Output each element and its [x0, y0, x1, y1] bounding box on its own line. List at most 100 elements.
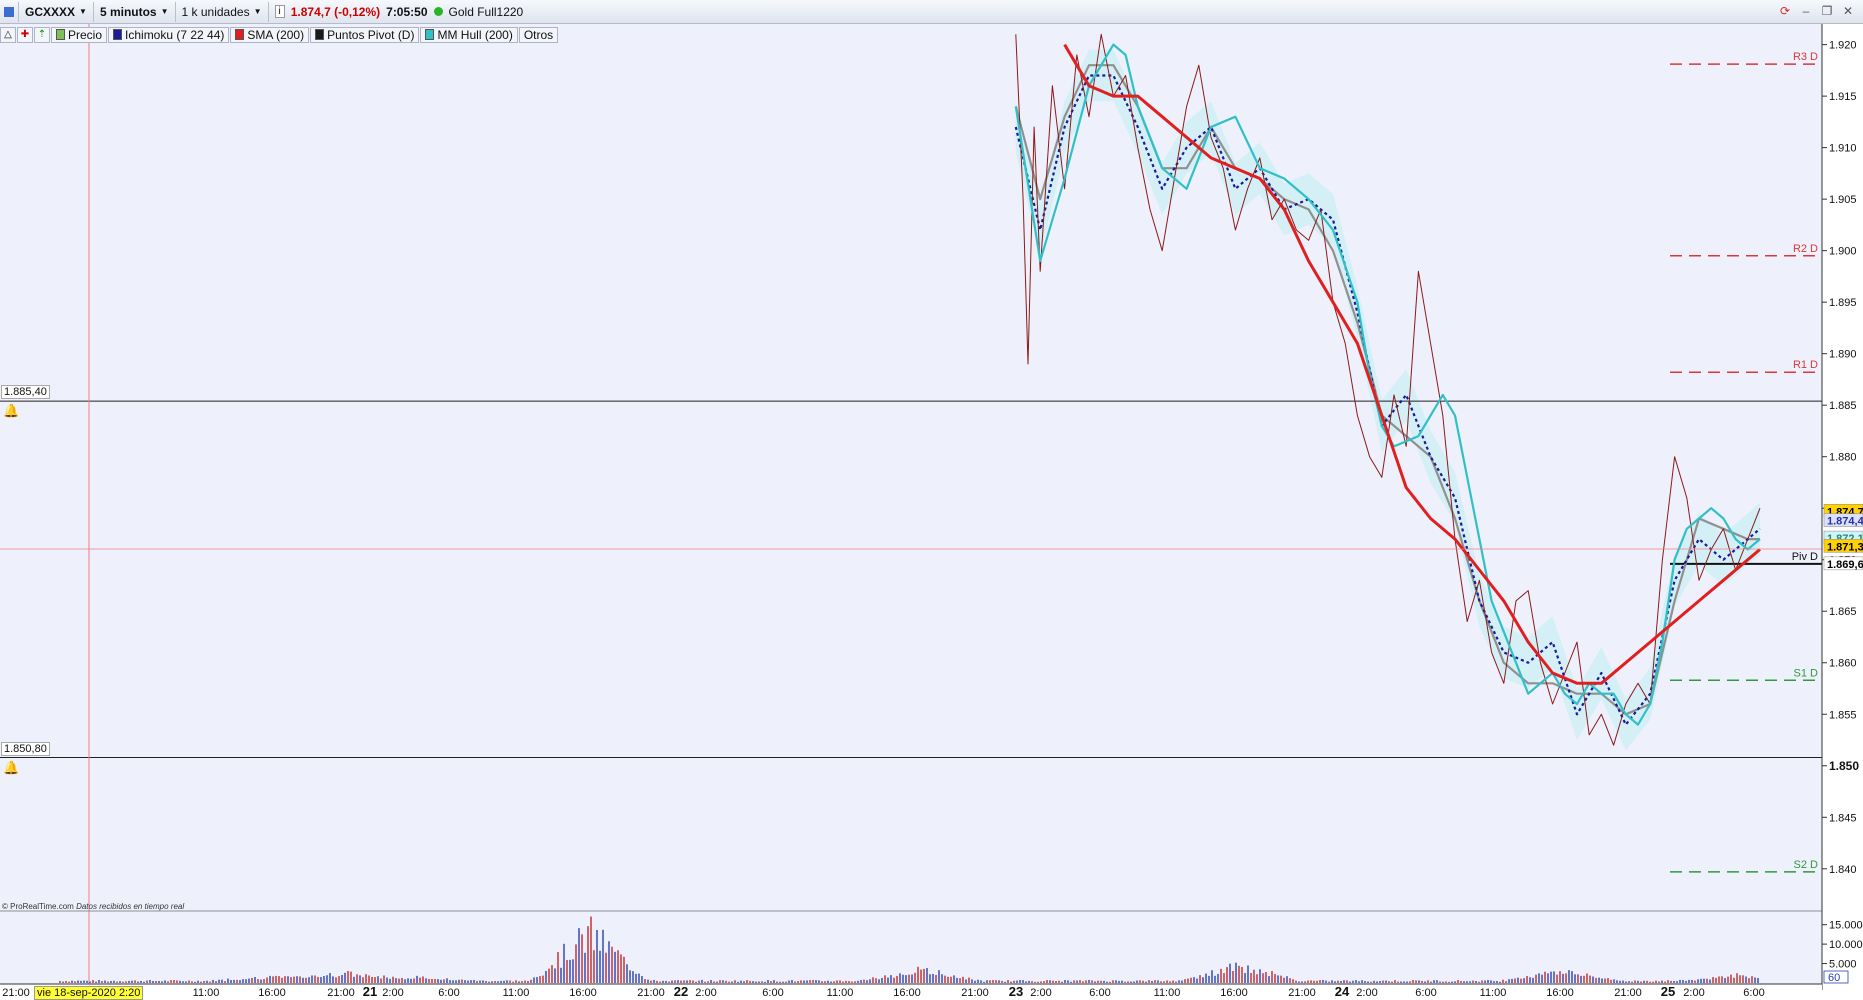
y-tick-label: 1.905 — [1829, 194, 1857, 206]
indicator-precio[interactable]: Precio — [51, 26, 108, 43]
x-tick-label: 21:00 — [2, 987, 30, 999]
indicator-label: Otros — [523, 27, 554, 42]
price-labels: 1.874,71.874,41.872,11.871,31.869,6 — [1823, 504, 1863, 571]
close-icon[interactable]: ✕ — [1839, 2, 1857, 20]
y-tick-label: 1.900 — [1829, 246, 1857, 258]
x-tick-label: 11:00 — [503, 987, 530, 999]
indicator-hull[interactable]: MM Hull (200) — [420, 26, 518, 43]
window-controls: ⟳ – ❐ ✕ — [1776, 2, 1857, 20]
x-tick-label: 24 — [1335, 984, 1350, 999]
y-tick-label: 1.915 — [1829, 91, 1857, 103]
y-tick-label: 1.880 — [1829, 452, 1857, 464]
indicator-otros[interactable]: Otros — [518, 26, 559, 43]
pivot-label: R2 D — [1793, 243, 1818, 255]
x-tick-label: 6:00 — [1415, 987, 1436, 999]
color-swatch — [235, 29, 245, 40]
refresh-icon[interactable]: ⟳ — [1776, 2, 1794, 20]
price-change: 1.874,7 (-0,12%) — [290, 4, 381, 19]
pivot-label: Piv D — [1792, 551, 1818, 563]
x-tick-label: 6:00 — [1743, 987, 1764, 999]
quote-info: i 1.874,7 (-0,12%) 7:05:50 Gold Full1220 — [269, 5, 530, 19]
x-tick-label: 11:00 — [1154, 987, 1181, 999]
info-icon[interactable]: i — [274, 5, 285, 18]
add-indicator-icon[interactable]: ⇡ — [34, 26, 50, 43]
bell-icon[interactable]: 🔔 — [3, 403, 19, 419]
volume-tick-label: 5.000 — [1829, 959, 1857, 971]
x-tick-label: 6:00 — [1089, 987, 1110, 999]
y-tick-label: 1.845 — [1829, 812, 1857, 824]
x-tick-label: 23 — [1009, 984, 1023, 999]
indicator-pivot[interactable]: Puntos Pivot (D) — [310, 26, 420, 43]
indicator-label: Precio — [68, 27, 103, 42]
x-tick-label: 2:00 — [1030, 987, 1051, 999]
x-tick-label: 2:00 — [382, 987, 403, 999]
alert-icon[interactable]: △ — [0, 26, 16, 43]
instrument-name: Gold Full1220 — [448, 4, 524, 19]
x-tick-label: 21:00 — [961, 987, 989, 999]
y-tick-label: 1.910 — [1829, 143, 1857, 155]
volume-tick-label: 10.000 — [1829, 939, 1863, 951]
color-swatch — [315, 29, 325, 40]
x-tick-label: 21:00 — [637, 987, 665, 999]
x-tick-label: 11:00 — [193, 987, 220, 999]
restore-icon[interactable]: ❐ — [1818, 2, 1836, 20]
x-tick-label: 11:00 — [827, 987, 854, 999]
volume-value-text: 60 — [1828, 972, 1840, 984]
indicator-ichimoku[interactable]: Ichimoku (7 22 44) — [108, 26, 230, 43]
toolbar: GCXXXX ▼ 5 minutos ▼ 1 k unidades ▼ i 1.… — [0, 0, 1863, 24]
hline-label[interactable]: 1.850,80 — [1, 741, 50, 756]
volume-tick-label: 15.000 — [1829, 920, 1863, 932]
color-swatch — [56, 29, 65, 40]
symbol-text: GCXXXX — [25, 4, 76, 19]
indicator-label: Puntos Pivot (D) — [327, 27, 415, 42]
chevron-down-icon: ▼ — [79, 7, 87, 16]
x-tick-label: 16:00 — [1546, 987, 1574, 999]
x-tick-label: 11:00 — [1480, 987, 1507, 999]
credit-source: © ProRealTime.com — [2, 902, 74, 911]
x-tick-label: 25 — [1661, 984, 1675, 999]
y-tick-label: 1.850 — [1829, 759, 1859, 773]
hline-label[interactable]: 1.885,40 — [1, 385, 50, 400]
quote-time: 7:05:50 — [386, 4, 428, 19]
x-tick-label: 21 — [363, 984, 377, 999]
logo-icon — [0, 1, 19, 22]
y-tick-label: 1.865 — [1829, 606, 1857, 618]
price-tag-text: 1.874,4 — [1827, 516, 1863, 528]
x-tick-label: 16:00 — [258, 987, 286, 999]
volume-panel — [59, 916, 1759, 983]
chevron-down-icon: ▼ — [253, 7, 262, 16]
price-tag-text: 1.869,6 — [1827, 559, 1863, 571]
indicator-label: MM Hull (200) — [437, 27, 513, 42]
x-tick-label: 21:00 — [1614, 987, 1642, 999]
units-selector[interactable]: 1 k unidades ▼ — [176, 1, 269, 22]
x-tick-label: 16:00 — [569, 987, 597, 999]
credit-note: Datos recibidos en tiempo real — [76, 902, 185, 911]
minimize-icon[interactable]: – — [1797, 2, 1815, 20]
y-tick-label: 1.885 — [1829, 400, 1857, 412]
pin-icon[interactable]: ✚ — [17, 26, 33, 43]
color-swatch — [113, 29, 123, 40]
timeframe-selector[interactable]: 5 minutos ▼ — [94, 1, 176, 22]
pivot-label: R3 D — [1793, 51, 1818, 63]
x-tick-label: 6:00 — [762, 987, 783, 999]
x-tick-label: 2:00 — [695, 987, 716, 999]
x-tick-label: 21:00 — [1288, 987, 1316, 999]
color-swatch — [425, 29, 435, 40]
price-tag-text: 1.871,3 — [1827, 541, 1863, 553]
x-tick-label: 16:00 — [1220, 987, 1248, 999]
timeframe-text: 5 minutos — [99, 4, 157, 19]
price-chart[interactable]: R3 D1.918,1R2 D1.899,5R1 D1.888,2Piv DS1… — [0, 0, 1863, 1000]
y-tick-label: 1.860 — [1829, 658, 1857, 670]
credit-text: © ProRealTime.com Datos recibidos en tie… — [2, 902, 184, 911]
x-tick-label: 2:00 — [1683, 987, 1704, 999]
bell-icon[interactable]: 🔔 — [3, 760, 19, 776]
cursor-date-label: vie 18-sep-2020 2:20 — [34, 986, 144, 1000]
y-tick-label: 1.840 — [1829, 864, 1857, 876]
x-tick-label: 6:00 — [438, 987, 459, 999]
y-tick-label: 1.890 — [1829, 349, 1857, 361]
status-dot-icon — [433, 7, 443, 16]
symbol-selector[interactable]: GCXXXX ▼ — [19, 1, 94, 22]
units-text: 1 k unidades — [181, 4, 250, 19]
indicator-sma[interactable]: SMA (200) — [230, 26, 310, 43]
indicator-label: Ichimoku (7 22 44) — [125, 27, 225, 42]
